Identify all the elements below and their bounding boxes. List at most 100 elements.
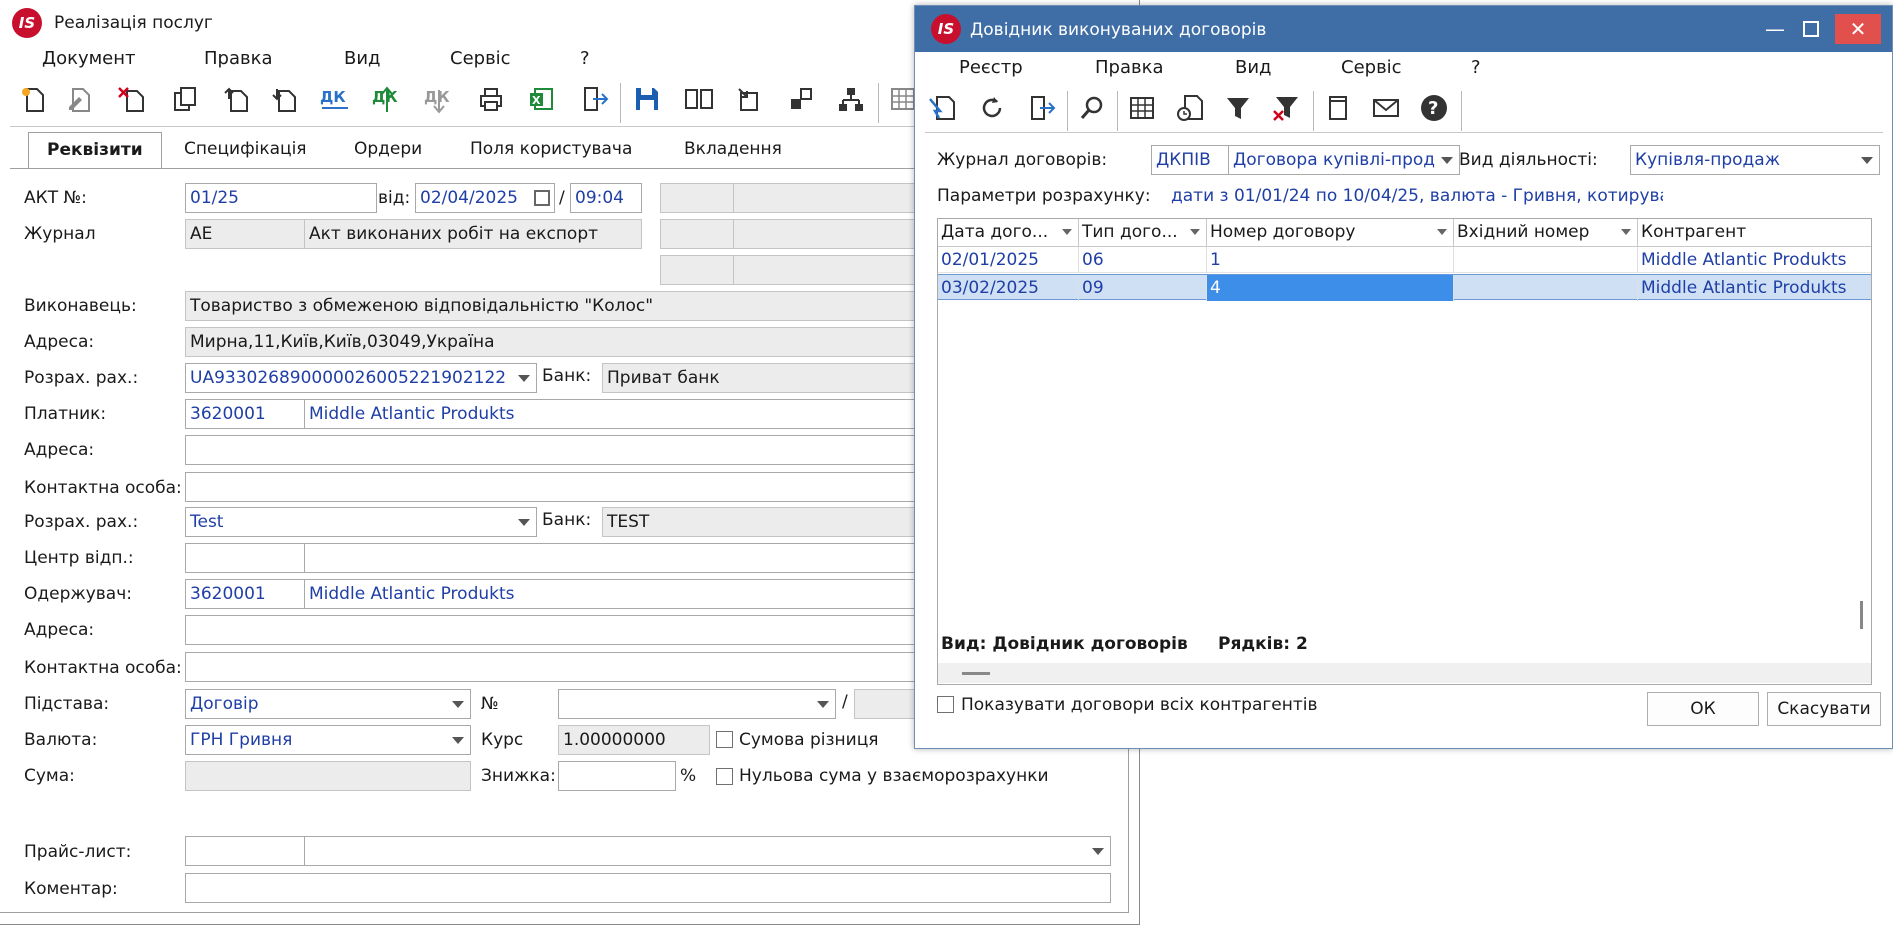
table-view-icon[interactable] xyxy=(1125,91,1159,125)
clear-filter-icon[interactable] xyxy=(1269,91,1303,125)
exit-icon[interactable] xyxy=(1025,91,1059,125)
receiver-code-field[interactable]: 3620001 xyxy=(185,579,305,609)
time-field[interactable]: 09:04 xyxy=(570,183,642,213)
table-row-selected[interactable]: 03/02/2025 09 4 Middle Atlantic Produkts xyxy=(938,274,1871,301)
payer-account-label: Розрах. рах.: xyxy=(24,512,139,532)
executor-account-select[interactable]: UA933026890000026005221902122 xyxy=(185,363,537,393)
menu-service[interactable]: Сервіс xyxy=(1341,57,1402,78)
payer-account-value: Test xyxy=(190,512,224,532)
center-code-field[interactable] xyxy=(185,543,305,573)
basis-select[interactable]: Договір xyxy=(185,689,471,719)
cancel-button[interactable]: Скасувати xyxy=(1767,692,1881,726)
open-book-icon[interactable] xyxy=(682,82,716,116)
document-icon[interactable] xyxy=(1321,91,1355,125)
column-contract-number[interactable]: Номер договору xyxy=(1207,219,1454,247)
currency-select[interactable]: ГРН Гривня xyxy=(185,725,471,755)
doc-arrow-down-icon[interactable] xyxy=(268,82,302,116)
comment-field[interactable] xyxy=(185,873,1111,903)
chevron-down-icon xyxy=(1861,157,1873,164)
column-contract-date[interactable]: Дата дого... xyxy=(938,219,1079,247)
executor-label: Виконавець: xyxy=(24,296,137,316)
discount-field[interactable] xyxy=(558,761,676,791)
column-counterparty[interactable]: Контрагент xyxy=(1638,219,1871,247)
zero-sum-checkbox[interactable] xyxy=(716,768,733,785)
mail-icon[interactable] xyxy=(1369,91,1403,125)
currency-value: ГРН Гривня xyxy=(190,730,293,750)
chevron-down-icon xyxy=(1441,157,1453,164)
table-row[interactable]: 02/01/2025 06 1 Middle Atlantic Produkts xyxy=(938,247,1871,273)
price-list-code-field[interactable] xyxy=(185,836,305,866)
act-number-label: АКТ №: xyxy=(24,188,87,208)
extra-field-1a xyxy=(660,183,734,213)
doc-transfer-icon[interactable] xyxy=(732,82,766,116)
filter-icon[interactable] xyxy=(1221,91,1255,125)
contract-journal-code-field[interactable]: ДКПІВ xyxy=(1151,145,1229,175)
main-window-title: Реалізація послуг xyxy=(54,13,213,33)
cell-incoming xyxy=(1454,247,1638,273)
close-icon[interactable]: ✕ xyxy=(1835,14,1881,44)
tab-specification[interactable]: Специфікація xyxy=(166,132,325,168)
menu-edit[interactable]: Правка xyxy=(1095,57,1164,78)
menu-document[interactable]: Документ xyxy=(42,48,136,69)
cell-date: 03/02/2025 xyxy=(938,275,1079,301)
help-icon[interactable]: ? xyxy=(1417,91,1451,125)
maximize-icon[interactable] xyxy=(1789,14,1833,44)
menu-view[interactable]: Вид xyxy=(344,48,381,69)
tab-orders[interactable]: Ордери xyxy=(336,132,440,168)
price-list-select[interactable] xyxy=(304,836,1111,866)
ok-button[interactable]: ОК xyxy=(1647,692,1759,726)
dk-green-icon[interactable]: ДК xyxy=(370,82,404,116)
contract-journal-name-select[interactable]: Договора купівлі-прод xyxy=(1228,145,1460,175)
zero-sum-label: Нульова сума у взаєморозрахунки xyxy=(739,766,1049,786)
doc-arrow-up-icon[interactable] xyxy=(220,82,254,116)
new-document-icon[interactable] xyxy=(16,82,50,116)
save-icon[interactable] xyxy=(630,82,664,116)
horizontal-scrollbar-thumb[interactable] xyxy=(962,672,990,675)
exit-icon[interactable] xyxy=(578,82,612,116)
menu-help[interactable]: ? xyxy=(580,48,590,69)
menu-help[interactable]: ? xyxy=(1471,57,1481,78)
search-icon[interactable] xyxy=(1075,91,1109,125)
cell-type: 06 xyxy=(1079,247,1207,273)
column-contract-type[interactable]: Тип дого... xyxy=(1079,219,1207,247)
excel-export-icon[interactable]: X xyxy=(524,82,558,116)
edit-document-icon[interactable] xyxy=(62,82,96,116)
doc-clock-icon[interactable] xyxy=(1173,91,1207,125)
receiver-contact-label: Контактна особа: xyxy=(24,658,182,678)
menu-edit[interactable]: Правка xyxy=(204,48,273,69)
act-number-field[interactable]: 01/25 xyxy=(185,183,377,213)
horizontal-scrollbar[interactable] xyxy=(938,663,1871,683)
calendar-icon[interactable] xyxy=(534,190,550,206)
tab-attachments[interactable]: Вкладення xyxy=(666,132,800,168)
sum-difference-checkbox[interactable] xyxy=(716,731,733,748)
date-field[interactable]: 02/04/2025 xyxy=(415,183,555,213)
discount-label: Знижка: xyxy=(481,766,556,786)
menu-registry[interactable]: Реєстр xyxy=(959,57,1023,78)
tab-user-fields[interactable]: Поля користувача xyxy=(452,132,650,168)
copy-document-icon[interactable] xyxy=(168,82,202,116)
activity-select[interactable]: Купівля-продаж xyxy=(1630,145,1880,175)
toolbar-separator xyxy=(620,83,621,123)
print-icon[interactable] xyxy=(474,82,508,116)
executor-account-value: UA933026890000026005221902122 xyxy=(190,368,507,388)
vertical-scrollbar-thumb[interactable] xyxy=(1860,601,1863,629)
tab-requisites[interactable]: Реквізити xyxy=(28,132,162,168)
show-all-contracts-checkbox[interactable] xyxy=(937,696,954,713)
payer-code-field[interactable]: 3620001 xyxy=(185,399,305,429)
menu-service[interactable]: Сервіс xyxy=(450,48,511,69)
contract-journal-name-value: Договора купівлі-прод xyxy=(1233,150,1436,170)
column-incoming-number[interactable]: Вхідний номер xyxy=(1454,219,1638,247)
price-list-label: Прайс-лист: xyxy=(24,842,132,862)
select-record-icon[interactable] xyxy=(925,91,959,125)
dk-blue-icon[interactable]: ДК xyxy=(318,82,352,116)
basis-slash: / xyxy=(842,692,848,712)
payer-account-select[interactable]: Test xyxy=(185,507,537,537)
hierarchy-icon[interactable] xyxy=(834,82,868,116)
delete-document-icon[interactable] xyxy=(114,82,148,116)
link-docs-icon[interactable] xyxy=(784,82,818,116)
basis-number-select[interactable] xyxy=(558,689,836,719)
menu-view[interactable]: Вид xyxy=(1235,57,1272,78)
calc-params-value[interactable]: дати з 01/01/24 по 10/04/25, валюта - Гр… xyxy=(1171,186,1663,206)
dk-grey-icon[interactable]: ДК xyxy=(422,82,456,116)
refresh-icon[interactable] xyxy=(975,91,1009,125)
